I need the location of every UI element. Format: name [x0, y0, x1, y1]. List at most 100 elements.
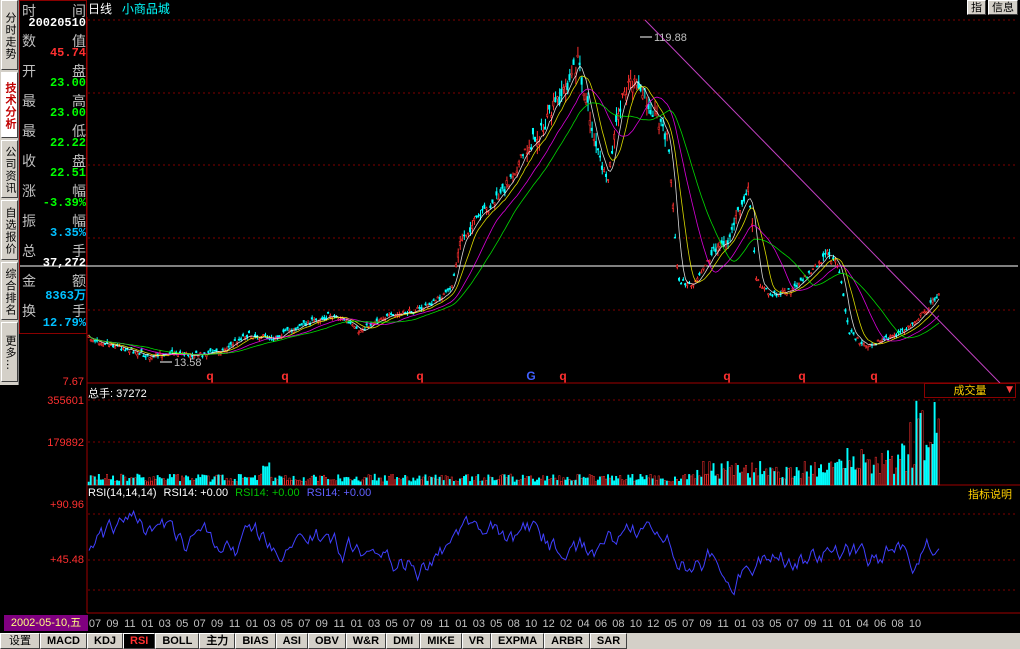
candle-body	[138, 353, 141, 355]
volume-bar	[700, 476, 703, 486]
candle-body	[420, 307, 423, 310]
indicator-tab-kdj[interactable]: KDJ	[87, 633, 124, 649]
volume-bar	[456, 481, 459, 486]
indicator-tab-arbr[interactable]: ARBR	[544, 633, 590, 649]
candle-body	[438, 297, 441, 300]
volume-bar	[387, 475, 390, 486]
volume-bar	[779, 478, 782, 486]
candle-body	[820, 262, 823, 264]
x-axis-label: 05	[490, 618, 502, 630]
candle-body	[540, 122, 543, 126]
candle-body	[385, 314, 388, 316]
candle-body	[89, 339, 92, 342]
volume-bar	[590, 475, 593, 486]
volume-bar	[882, 464, 885, 486]
volume-bar	[250, 477, 252, 486]
candle-body	[529, 147, 532, 150]
volume-bar	[408, 480, 411, 486]
candle-body	[824, 253, 827, 255]
indicator-tab-macd[interactable]: MACD	[40, 633, 87, 649]
indicator-tab-vr[interactable]: VR	[461, 633, 492, 649]
volume-bar	[690, 475, 693, 486]
volume-bar	[434, 474, 437, 486]
candle-body	[661, 124, 664, 127]
indicator-tab-expma[interactable]: EXPMA	[491, 633, 545, 649]
volume-bar	[708, 461, 711, 486]
volume-bar	[576, 474, 579, 486]
volume-bar	[787, 468, 790, 486]
x-axis-label: 07	[194, 618, 206, 630]
candle-body	[195, 350, 198, 354]
candle-body	[432, 299, 435, 302]
x-axis-label: 03	[263, 618, 275, 630]
candle-body	[359, 330, 362, 333]
indicator-tab-rsi[interactable]: RSI	[123, 633, 156, 649]
rsi-tick-label: +45.48	[50, 554, 84, 566]
indicator-tab-boll[interactable]: BOLL	[155, 633, 200, 649]
volume-bar	[280, 476, 283, 486]
volume-bar	[659, 478, 662, 486]
candle-body	[199, 352, 202, 354]
candle-body	[351, 324, 354, 327]
candle-body	[604, 173, 608, 177]
candle-body	[227, 345, 230, 348]
volume-bar	[887, 450, 889, 486]
indicator-tab-wr[interactable]: W&R	[345, 633, 387, 649]
volume-bar	[538, 477, 541, 486]
candle-body	[809, 272, 812, 275]
indicator-tab-bias[interactable]: BIAS	[235, 633, 276, 649]
candle-body	[931, 299, 934, 303]
candle-body	[933, 298, 936, 301]
candle-body	[619, 108, 622, 112]
volume-bar	[635, 479, 638, 486]
candle-body	[258, 338, 261, 341]
volume-bar	[657, 475, 660, 486]
volume-bar	[712, 463, 715, 486]
candle-body	[633, 78, 636, 81]
candle-body	[201, 355, 204, 358]
x-axis-label: 03	[368, 618, 380, 630]
volume-bar	[164, 480, 167, 486]
volume-bar	[742, 467, 745, 486]
candle-body	[247, 330, 250, 334]
volume-bar	[935, 432, 938, 486]
candle-body	[783, 290, 786, 293]
volume-bar	[503, 474, 506, 486]
candle-body	[649, 110, 652, 115]
volume-bar	[807, 476, 810, 486]
volume-bar	[931, 443, 934, 486]
indicator-tab-dmi[interactable]: DMI	[386, 633, 421, 649]
candle-body	[128, 350, 131, 353]
volume-bar	[676, 478, 678, 486]
indicator-tab-sar[interactable]: SAR	[589, 633, 628, 649]
candle-body	[355, 326, 358, 329]
volume-bar	[907, 454, 910, 486]
indicator-help-button[interactable]: 指标说明	[963, 487, 1017, 502]
candle-body	[495, 191, 498, 196]
candle-body	[454, 264, 457, 267]
volume-bar	[655, 479, 658, 486]
indicator-tab-[interactable]: 主力	[199, 633, 236, 649]
candle-body	[773, 290, 776, 293]
indicator-tab-obv[interactable]: OBV	[307, 633, 346, 649]
candle-body	[434, 300, 437, 303]
candle-body	[170, 349, 173, 352]
candle-body	[430, 303, 433, 306]
volume-bar	[619, 475, 622, 486]
volume-bar	[406, 476, 409, 486]
candle-body	[353, 326, 356, 329]
volume-bar	[852, 456, 855, 486]
candle-body	[327, 311, 330, 314]
indicator-tab-mike[interactable]: MIKE	[420, 633, 462, 649]
settings-button[interactable]: 设置	[0, 633, 40, 649]
volume-bar	[93, 476, 96, 486]
volume-bar	[684, 474, 687, 486]
candle-body	[436, 296, 439, 299]
volume-bar	[631, 474, 634, 486]
indicator-tab-asi[interactable]: ASI	[275, 633, 308, 649]
volume-indicator-select[interactable]: 成交量 ▼	[924, 383, 1016, 398]
volume-bar	[191, 478, 194, 486]
candle-body	[452, 274, 455, 276]
candle-body	[905, 328, 908, 331]
volume-bar	[842, 468, 845, 486]
